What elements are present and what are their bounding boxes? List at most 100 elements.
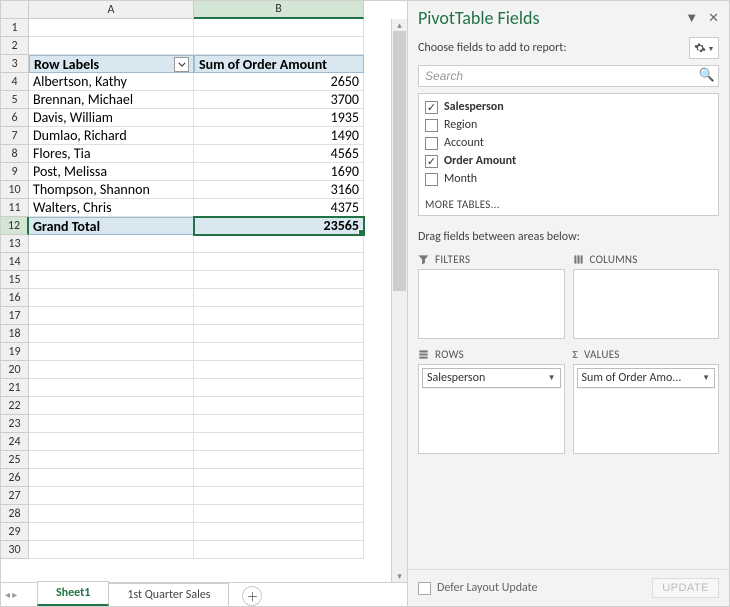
pivot-row-label[interactable]: Dumlao, Richard	[29, 127, 194, 145]
columns-drop-area[interactable]	[573, 269, 720, 339]
cell-empty[interactable]	[194, 487, 364, 505]
field-item[interactable]: Order Amount	[425, 152, 712, 170]
field-search-input[interactable]	[418, 65, 719, 87]
update-button[interactable]: UPDATE	[652, 578, 719, 598]
pivot-row-label[interactable]: Davis, William	[29, 109, 194, 127]
cell-empty[interactable]	[29, 289, 194, 307]
row-header-19[interactable]: 19	[1, 343, 29, 361]
cell-empty[interactable]	[29, 433, 194, 451]
cell-empty[interactable]	[29, 379, 194, 397]
cell-empty[interactable]	[194, 505, 364, 523]
row-header-6[interactable]: 6	[1, 109, 29, 127]
pivot-row-label[interactable]: Walters, Chris	[29, 199, 194, 217]
field-checkbox[interactable]	[425, 137, 438, 150]
row-header-26[interactable]: 26	[1, 469, 29, 487]
cell-empty[interactable]	[29, 469, 194, 487]
row-header-7[interactable]: 7	[1, 127, 29, 145]
cell-empty[interactable]	[194, 235, 364, 253]
rows-drop-area[interactable]: Salesperson▼	[418, 364, 565, 454]
grand-total-value[interactable]: 23565	[194, 217, 364, 235]
field-checkbox[interactable]	[425, 119, 438, 132]
field-checkbox[interactable]	[425, 101, 438, 114]
pivot-row-labels-header[interactable]: Row Labels	[29, 55, 194, 73]
row-header-22[interactable]: 22	[1, 397, 29, 415]
row-header-3[interactable]: 3	[1, 55, 29, 73]
select-all-corner[interactable]	[1, 1, 29, 19]
pane-dropdown-icon[interactable]: ▼	[685, 10, 698, 26]
pivot-row-value[interactable]: 4375	[194, 199, 364, 217]
row-header-9[interactable]: 9	[1, 163, 29, 181]
value-field-pill[interactable]: Sum of Order Amo...▼	[577, 368, 716, 388]
pane-tools-button[interactable]: ▼	[689, 37, 719, 59]
row-header-18[interactable]: 18	[1, 325, 29, 343]
row-header-8[interactable]: 8	[1, 145, 29, 163]
row-header-27[interactable]: 27	[1, 487, 29, 505]
cell-empty[interactable]	[194, 307, 364, 325]
vertical-scrollbar[interactable]: ▴ ▾	[391, 19, 407, 582]
pivot-row-value[interactable]: 3700	[194, 91, 364, 109]
col-header-B[interactable]: B	[194, 1, 364, 19]
cell-empty[interactable]	[194, 541, 364, 559]
cell-empty[interactable]	[194, 469, 364, 487]
row-header-29[interactable]: 29	[1, 523, 29, 541]
pivot-row-value[interactable]: 3160	[194, 181, 364, 199]
row-header-10[interactable]: 10	[1, 181, 29, 199]
scroll-thumb[interactable]	[393, 31, 406, 291]
pivot-row-label[interactable]: Post, Melissa	[29, 163, 194, 181]
field-item[interactable]: Salesperson	[425, 98, 712, 116]
cell-empty[interactable]	[29, 235, 194, 253]
row-header-16[interactable]: 16	[1, 289, 29, 307]
pivot-row-label[interactable]: Albertson, Kathy	[29, 73, 194, 91]
row-header-20[interactable]: 20	[1, 361, 29, 379]
filter-dropdown-button[interactable]	[174, 57, 189, 72]
row-header-4[interactable]: 4	[1, 73, 29, 91]
row-header-11[interactable]: 11	[1, 199, 29, 217]
pivot-row-label[interactable]: Flores, Tia	[29, 145, 194, 163]
pivot-row-label[interactable]: Brennan, Michael	[29, 91, 194, 109]
row-header-28[interactable]: 28	[1, 505, 29, 523]
cell-empty[interactable]	[194, 451, 364, 469]
cell-empty[interactable]	[194, 325, 364, 343]
field-item[interactable]: Account	[425, 134, 712, 152]
scroll-down-arrow[interactable]: ▾	[392, 570, 407, 582]
row-header-21[interactable]: 21	[1, 379, 29, 397]
pivot-row-value[interactable]: 4565	[194, 145, 364, 163]
cell-empty[interactable]	[29, 415, 194, 433]
cell-empty[interactable]	[194, 253, 364, 271]
field-checkbox[interactable]	[425, 155, 438, 168]
filters-drop-area[interactable]	[418, 269, 565, 339]
row-field-pill[interactable]: Salesperson▼	[422, 368, 561, 388]
cell-empty[interactable]	[194, 433, 364, 451]
cell-empty[interactable]	[29, 451, 194, 469]
cell-empty[interactable]	[194, 361, 364, 379]
row-header-15[interactable]: 15	[1, 271, 29, 289]
cell-empty[interactable]	[29, 19, 194, 37]
defer-update-checkbox[interactable]	[418, 582, 431, 595]
cell-empty[interactable]	[194, 37, 364, 55]
row-header-5[interactable]: 5	[1, 91, 29, 109]
sheet-tab-active[interactable]: Sheet1	[37, 581, 109, 606]
pivot-row-value[interactable]: 2650	[194, 73, 364, 91]
cell-empty[interactable]	[29, 37, 194, 55]
add-sheet-button[interactable]: ＋	[242, 586, 262, 606]
pane-close-icon[interactable]: ✕	[708, 11, 719, 26]
cell-empty[interactable]	[29, 487, 194, 505]
cell-empty[interactable]	[194, 271, 364, 289]
cell-empty[interactable]	[194, 397, 364, 415]
row-header-14[interactable]: 14	[1, 253, 29, 271]
cell-empty[interactable]	[29, 253, 194, 271]
cell-empty[interactable]	[29, 271, 194, 289]
cell-empty[interactable]	[29, 541, 194, 559]
pivot-row-value[interactable]: 1935	[194, 109, 364, 127]
search-icon[interactable]: 🔍	[699, 68, 715, 83]
cell-empty[interactable]	[194, 289, 364, 307]
row-header-24[interactable]: 24	[1, 433, 29, 451]
cell-empty[interactable]	[194, 343, 364, 361]
row-header-17[interactable]: 17	[1, 307, 29, 325]
row-header-25[interactable]: 25	[1, 451, 29, 469]
row-header-13[interactable]: 13	[1, 235, 29, 253]
cell-empty[interactable]	[194, 379, 364, 397]
more-tables-link[interactable]: MORE TABLES...	[425, 198, 712, 211]
tab-nav[interactable]: ◂ ▸	[5, 583, 17, 606]
sheet-tab-q1[interactable]: 1st Quarter Sales	[108, 583, 229, 606]
